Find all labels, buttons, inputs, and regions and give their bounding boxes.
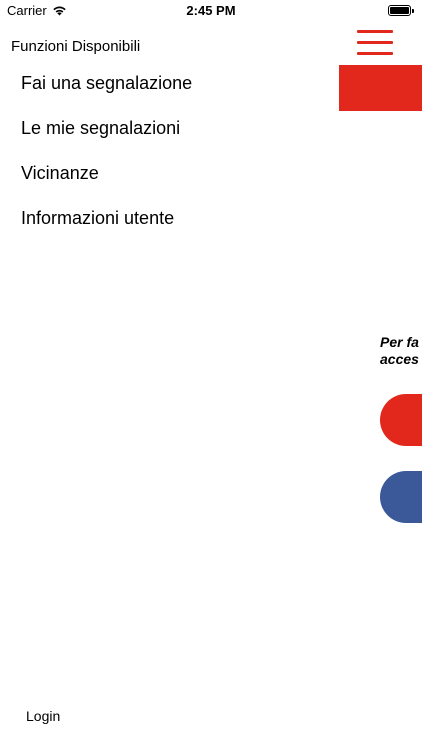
menu-item-le-mie-segnalazioni[interactable]: Le mie segnalazioni <box>0 112 339 157</box>
menu-item-vicinanze[interactable]: Vicinanze <box>0 157 339 202</box>
access-info-line-2: acces <box>380 351 419 367</box>
hamburger-bar-middle <box>357 41 393 44</box>
hamburger-menu-icon[interactable] <box>357 30 393 56</box>
battery-cap <box>412 9 414 13</box>
facebook-login-button[interactable] <box>380 471 422 523</box>
status-time: 2:45 PM <box>186 3 236 18</box>
battery-fill <box>390 7 409 14</box>
drawer-title: Funzioni Disponibili <box>11 38 141 55</box>
menu-item-informazioni-utente[interactable]: Informazioni utente <box>0 202 339 247</box>
red-login-button[interactable] <box>380 394 422 446</box>
access-info-text: Per fa acces <box>380 334 422 368</box>
login-link[interactable]: Login <box>26 708 60 724</box>
hamburger-bar-top <box>357 30 393 33</box>
hamburger-bar-bottom <box>357 52 393 55</box>
app-screen: Carrier 2:45 PM Per fa acces Funzioni Di… <box>0 0 422 750</box>
header-banner <box>339 65 422 111</box>
side-menu-drawer: Funzioni Disponibili Fai una segnalazion… <box>0 22 339 750</box>
menu-item-fai-una-segnalazione[interactable]: Fai una segnalazione <box>0 67 339 112</box>
access-info-line-1: Per fa <box>380 334 419 350</box>
main-page-peek: Per fa acces <box>339 22 422 750</box>
battery-icon <box>388 5 414 16</box>
status-bar: Carrier 2:45 PM <box>0 0 422 22</box>
menu-list: Fai una segnalazione Le mie segnalazioni… <box>0 67 339 247</box>
